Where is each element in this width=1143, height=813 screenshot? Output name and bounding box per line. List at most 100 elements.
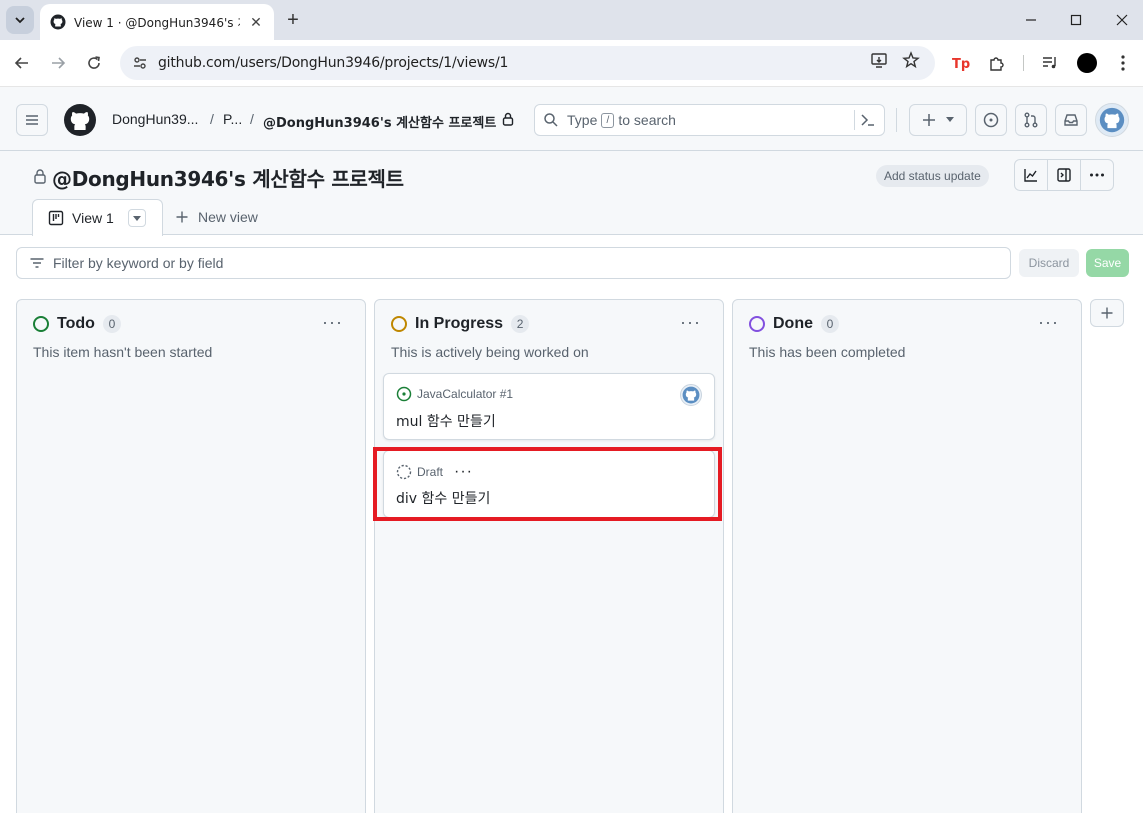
board-card[interactable]: JavaCalculator #1 mul 함수 만들기 bbox=[383, 373, 715, 440]
filter-icon bbox=[30, 258, 44, 268]
lock-icon bbox=[502, 112, 514, 129]
column-name: In Progress bbox=[415, 315, 504, 332]
browser-tab-active[interactable]: View 1 · @DongHun3946's 계산함수 프로젝트 ✕ bbox=[40, 4, 274, 40]
column-todo: Todo 0 ··· This item hasn't been started bbox=[16, 299, 366, 813]
inbox-button[interactable] bbox=[1055, 104, 1087, 136]
inbox-icon bbox=[1064, 114, 1078, 126]
column-name: Done bbox=[773, 315, 813, 332]
column-description: This is actively being worked on bbox=[391, 344, 589, 360]
column-in-progress: In Progress 2 ··· This is actively being… bbox=[374, 299, 724, 813]
plus-icon bbox=[176, 211, 188, 223]
search-prefix: Type bbox=[567, 112, 598, 128]
card-meta: JavaCalculator #1 bbox=[396, 386, 513, 402]
tab-view-1[interactable]: View 1 bbox=[32, 199, 163, 236]
browser-tabstrip: View 1 · @DongHun3946's 계산함수 프로젝트 ✕ + bbox=[0, 0, 1143, 40]
reload-icon bbox=[88, 56, 100, 69]
status-circle-icon bbox=[391, 316, 407, 332]
command-palette-icon[interactable] bbox=[854, 110, 876, 130]
column-done: Done 0 ··· This has been completed bbox=[732, 299, 1082, 813]
bookmark-star-icon[interactable] bbox=[899, 48, 923, 72]
project-title[interactable]: @DongHun3946's 계산함수 프로젝트 bbox=[52, 163, 404, 192]
breadcrumb-owner[interactable]: DongHun39... bbox=[112, 111, 198, 127]
insights-button[interactable] bbox=[1014, 159, 1048, 191]
highlight-box bbox=[373, 447, 722, 521]
site-settings-icon[interactable] bbox=[132, 55, 148, 71]
octocat-avatar-icon bbox=[682, 386, 700, 404]
install-app-icon[interactable] bbox=[867, 48, 891, 72]
project-header: @DongHun3946's 계산함수 프로젝트 Add status upda… bbox=[0, 151, 1143, 236]
graph-icon bbox=[1024, 169, 1037, 182]
new-tab-button[interactable]: + bbox=[281, 8, 305, 32]
issues-button[interactable] bbox=[975, 104, 1007, 136]
save-button[interactable]: Save bbox=[1086, 249, 1129, 277]
breadcrumb-project[interactable]: @DongHun3946's 계산함수 프로젝트 bbox=[263, 112, 496, 131]
column-menu-icon[interactable]: ··· bbox=[1038, 312, 1059, 333]
card-title[interactable]: mul 함수 만들기 bbox=[396, 411, 496, 431]
add-column-button[interactable] bbox=[1090, 299, 1124, 327]
view-tab-label: View 1 bbox=[72, 210, 114, 226]
close-tab-icon[interactable]: ✕ bbox=[248, 14, 264, 30]
media-control-icon[interactable] bbox=[1038, 51, 1062, 75]
address-bar[interactable]: github.com/users/DongHun3946/projects/1/… bbox=[120, 46, 935, 80]
search-suffix: to search bbox=[618, 112, 676, 128]
forward-button[interactable] bbox=[44, 49, 72, 77]
close-window-icon[interactable] bbox=[1107, 6, 1137, 34]
column-header: Done 0 bbox=[749, 315, 839, 333]
global-nav-menu-button[interactable] bbox=[16, 104, 48, 136]
back-button[interactable] bbox=[8, 49, 36, 77]
browser-tab-title: View 1 · @DongHun3946's 계산함수 프로젝트 bbox=[74, 15, 240, 30]
filter-placeholder: Filter by keyword or by field bbox=[53, 255, 224, 271]
column-description: This item hasn't been started bbox=[33, 344, 213, 360]
column-count: 0 bbox=[821, 315, 839, 333]
triangle-down-icon bbox=[946, 117, 954, 122]
create-new-button[interactable] bbox=[909, 104, 967, 136]
browser-menu-icon[interactable] bbox=[1111, 51, 1135, 75]
issue-opened-icon bbox=[396, 386, 412, 402]
toolbar-divider bbox=[1023, 55, 1024, 71]
card-repo-ref[interactable]: JavaCalculator #1 bbox=[417, 387, 513, 401]
browser-toolbar: github.com/users/DongHun3946/projects/1/… bbox=[0, 40, 1143, 86]
discard-button[interactable]: Discard bbox=[1019, 249, 1079, 277]
column-count: 0 bbox=[102, 315, 121, 333]
user-avatar[interactable] bbox=[1095, 103, 1129, 137]
private-lock-icon bbox=[33, 168, 47, 187]
profile-avatar[interactable] bbox=[1075, 51, 1099, 75]
git-pull-request-icon bbox=[1024, 112, 1038, 128]
tp-extension-icon[interactable]: Tp bbox=[949, 51, 973, 75]
column-menu-icon[interactable]: ··· bbox=[322, 312, 343, 333]
column-header: Todo 0 bbox=[33, 315, 121, 333]
assignee-avatar[interactable] bbox=[680, 384, 702, 406]
new-view-button[interactable]: New view bbox=[176, 209, 258, 225]
view-options-dropdown[interactable] bbox=[127, 209, 146, 227]
arrow-right-icon bbox=[52, 57, 66, 69]
hamburger-icon bbox=[26, 115, 38, 125]
chevron-down-icon bbox=[15, 17, 25, 24]
minimize-window-icon[interactable] bbox=[1016, 6, 1046, 34]
column-menu-icon[interactable]: ··· bbox=[680, 312, 701, 333]
project-menu-button[interactable] bbox=[1080, 159, 1114, 191]
search-placeholder: Type / to search bbox=[567, 112, 676, 128]
extensions-puzzle-icon[interactable] bbox=[985, 51, 1009, 75]
github-logo-icon[interactable] bbox=[64, 104, 96, 139]
status-circle-icon bbox=[749, 316, 765, 332]
address-url: github.com/users/DongHun3946/projects/1/… bbox=[158, 55, 509, 71]
breadcrumb-projects[interactable]: P... bbox=[223, 111, 242, 127]
pull-requests-button[interactable] bbox=[1015, 104, 1047, 136]
github-favicon-icon bbox=[50, 14, 66, 30]
filter-input[interactable]: Filter by keyword or by field bbox=[16, 247, 1011, 279]
global-search-input[interactable]: Type / to search bbox=[534, 104, 885, 136]
plus-icon bbox=[1101, 307, 1113, 319]
reload-button[interactable] bbox=[80, 49, 108, 77]
arrow-left-icon bbox=[14, 57, 28, 69]
search-shortcut-key: / bbox=[601, 112, 615, 128]
breadcrumb-separator: / bbox=[250, 111, 254, 127]
tab-search-button[interactable] bbox=[6, 6, 34, 34]
column-header: In Progress 2 bbox=[391, 315, 530, 333]
kebab-horizontal-icon bbox=[1090, 173, 1104, 177]
add-status-update-button[interactable]: Add status update bbox=[876, 165, 989, 187]
issue-opened-icon bbox=[983, 112, 999, 128]
header-divider bbox=[896, 108, 897, 132]
column-description: This has been completed bbox=[749, 344, 906, 360]
maximize-window-icon[interactable] bbox=[1061, 6, 1091, 34]
toggle-sidebar-button[interactable] bbox=[1047, 159, 1081, 191]
